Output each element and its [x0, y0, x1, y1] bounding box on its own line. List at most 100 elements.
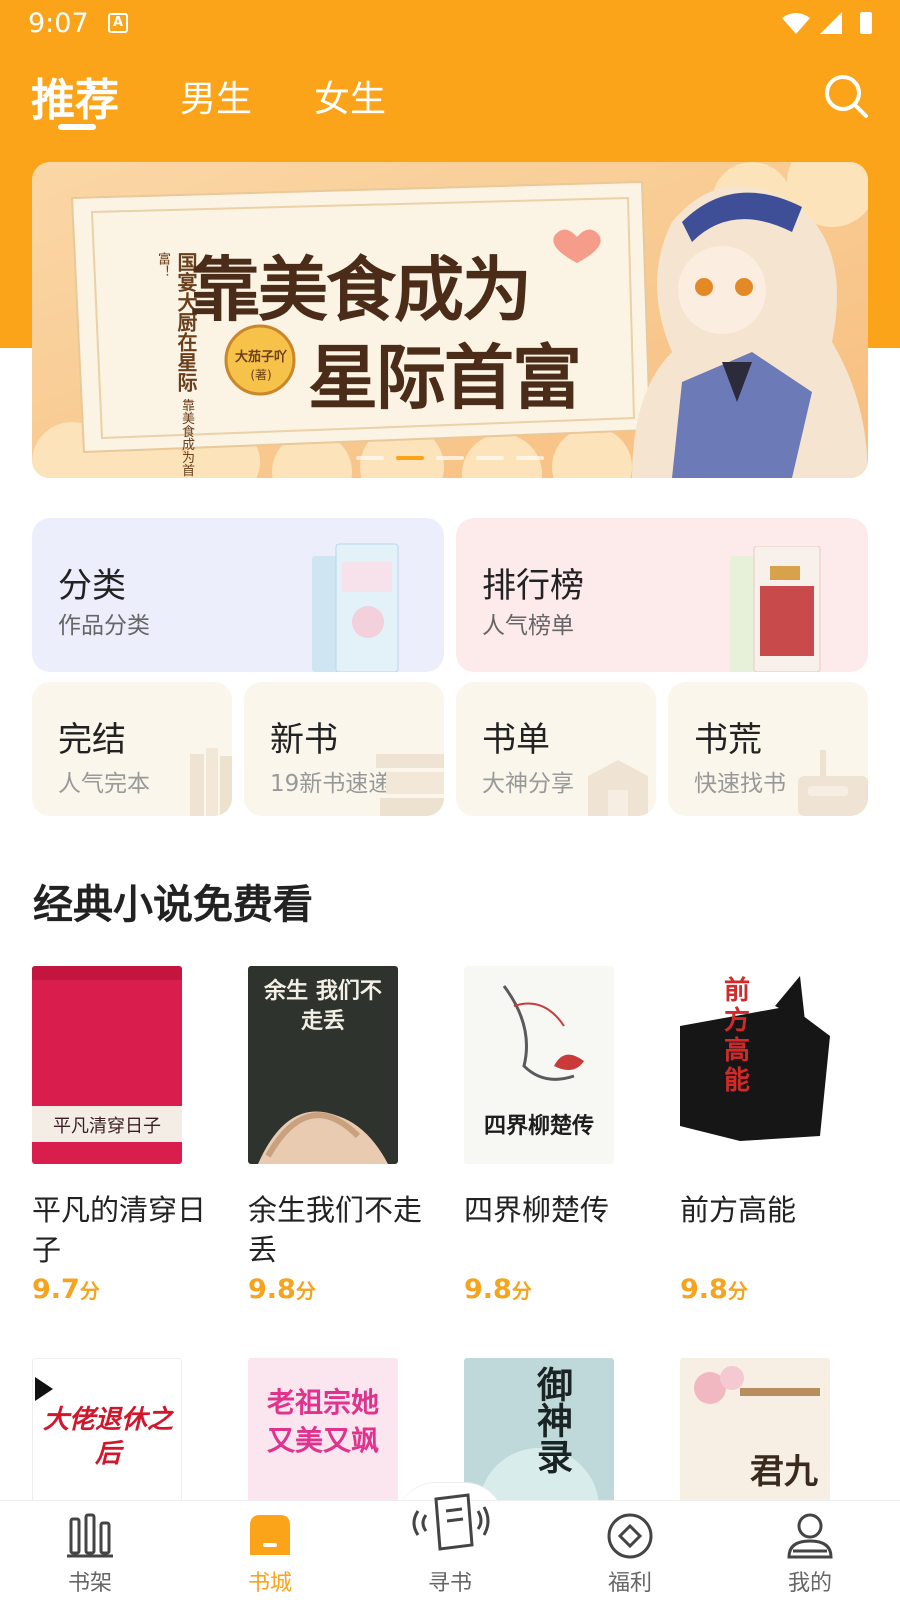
book-cover-title: 余生 我们不走丢	[264, 978, 382, 1034]
book-score-unit: 分	[727, 1279, 748, 1303]
book-cover[interactable]: 余生 我们不走丢	[248, 966, 398, 1164]
banner-author-role: (著)	[250, 368, 272, 382]
booklist-tile-subtitle: 大神分享	[482, 771, 574, 797]
book-score-unit: 分	[79, 1279, 100, 1303]
book-cover-title: 君九	[750, 1452, 818, 1492]
banner-dot[interactable]	[436, 456, 464, 460]
book-card[interactable]: 老祖宗她又美又飒	[248, 1358, 434, 1556]
nav-item-bookstore[interactable]: 书城	[210, 1501, 330, 1600]
book-score: 9.8分	[464, 1274, 532, 1305]
banner-author: 大茄子吖	[234, 350, 287, 365]
booklist-tile[interactable]: 书单 大神分享	[456, 682, 656, 816]
book-score-value: 9.8	[248, 1274, 296, 1305]
notification-icon: A	[108, 13, 128, 33]
banner-headline-2: 星际首富	[308, 337, 582, 419]
bottom-nav-bar: 书架 书城 寻书 福利 我的	[0, 1493, 900, 1600]
bookstore-icon	[250, 1515, 290, 1555]
active-tab-indicator	[58, 124, 96, 130]
completed-tile-subtitle: 人气完本	[58, 771, 150, 797]
book-cover-title: 老祖宗她又美又飒	[266, 1386, 379, 1457]
status-icons	[782, 12, 872, 34]
search-icon[interactable]	[822, 72, 870, 120]
book-score-unit: 分	[511, 1279, 532, 1303]
welfare-icon	[607, 1513, 653, 1559]
book-card[interactable]: 御神录	[464, 1358, 650, 1556]
book-cover-art	[502, 985, 584, 1081]
banner-tagline: 国宴大厨在星际 靠美食成为首富！	[138, 252, 198, 478]
play-icon	[35, 1377, 53, 1401]
nav-label: 书架	[67, 1571, 112, 1596]
status-time: 9:07	[28, 8, 89, 39]
ranking-books-illustration	[730, 546, 821, 672]
new-books-tile[interactable]: 新书 19新书速递	[244, 682, 444, 816]
status-bar: 9:07 A	[0, 0, 900, 48]
banner-dot[interactable]	[516, 456, 544, 460]
new-books-tile-title: 新书	[270, 720, 338, 760]
book-title[interactable]: 前方高能	[680, 1190, 866, 1230]
book-card[interactable]: 余生 我们不走丢 余生我们不走丢 9.8分	[248, 966, 434, 1316]
book-score: 9.8分	[680, 1274, 748, 1305]
nav-label: 寻书	[427, 1571, 472, 1596]
book-cover-title: 前方高能	[724, 976, 751, 1096]
book-cover-art	[258, 1111, 388, 1164]
category-books-illustration	[312, 543, 399, 672]
banner-dot-active[interactable]	[396, 456, 424, 460]
book-card[interactable]: 平凡清穿日子 平凡的清穿日子 9.7分	[32, 966, 218, 1316]
category-tile[interactable]: 分类 作品分类	[32, 518, 444, 672]
completed-books-icon	[190, 748, 232, 816]
book-cover-title: 御神录	[531, 1366, 573, 1474]
book-famine-icon	[798, 750, 868, 816]
top-tab-bar: 推荐 男生 女生	[0, 60, 900, 140]
book-card[interactable]: 前方高能 前方高能 9.8分	[680, 966, 866, 1316]
book-famine-tile-subtitle: 快速找书	[694, 771, 786, 797]
book-score-value: 9.8	[464, 1274, 512, 1305]
nav-item-bookshelf[interactable]: 书架	[30, 1501, 150, 1600]
battery-icon	[860, 12, 872, 34]
book-card[interactable]: 大佬退休之后	[32, 1358, 218, 1556]
completed-tile-title: 完结	[58, 720, 126, 760]
book-title[interactable]: 平凡的清穿日子	[32, 1190, 218, 1270]
booklist-icon	[588, 760, 648, 816]
book-cover[interactable]: 前方高能	[680, 966, 830, 1164]
book-score-unit: 分	[295, 1279, 316, 1303]
book-cover[interactable]: 平凡清穿日子	[32, 966, 182, 1164]
bookshelf-icon	[67, 1513, 113, 1558]
banner-headline-1: 靠美食成为	[190, 249, 532, 331]
ranking-tile-title: 排行榜	[482, 566, 584, 606]
book-cover-title: 四界柳楚传	[483, 1113, 594, 1139]
tab-female[interactable]: 女生	[314, 70, 386, 122]
find-book-icon	[412, 1493, 490, 1551]
nav-item-welfare[interactable]: 福利	[570, 1501, 690, 1600]
completed-tile[interactable]: 完结 人气完本	[32, 682, 232, 816]
book-famine-tile[interactable]: 书荒 快速找书	[668, 682, 868, 816]
book-card[interactable]: 四界柳楚传 四界柳楚传 9.8分	[464, 966, 650, 1316]
ranking-tile[interactable]: 排行榜 人气榜单	[456, 518, 868, 672]
book-cover[interactable]: 四界柳楚传	[464, 966, 614, 1164]
promo-banner[interactable]: 国宴大厨在星际 靠美食成为首富！ 靠美食成为 星际首富 大茄子吖 (著)	[32, 162, 868, 478]
book-score: 9.8分	[248, 1274, 316, 1305]
new-books-icon	[376, 754, 444, 816]
section-title: 经典小说免费看	[33, 882, 313, 928]
banner-dot[interactable]	[476, 456, 504, 460]
nav-label: 福利	[607, 1571, 652, 1596]
profile-icon	[787, 1513, 833, 1559]
book-card[interactable]: 君九	[680, 1358, 866, 1556]
book-score-value: 9.7	[32, 1274, 80, 1305]
nav-label: 我的	[787, 1571, 832, 1596]
book-famine-tile-title: 书荒	[694, 720, 762, 760]
ranking-tile-subtitle: 人气榜单	[482, 613, 574, 639]
tab-male[interactable]: 男生	[180, 70, 252, 122]
signal-icon	[820, 12, 842, 34]
category-tile-subtitle: 作品分类	[58, 613, 150, 639]
book-cover-title: 平凡清穿日子	[53, 1116, 161, 1137]
category-tile-title: 分类	[58, 566, 126, 606]
banner-dot[interactable]	[356, 456, 384, 460]
nav-item-profile[interactable]: 我的	[750, 1501, 870, 1600]
booklist-tile-title: 书单	[482, 720, 550, 760]
book-score: 9.7分	[32, 1274, 100, 1305]
book-title[interactable]: 余生我们不走丢	[248, 1190, 434, 1270]
nav-item-find-book[interactable]: 寻书	[390, 1493, 510, 1600]
book-title[interactable]: 四界柳楚传	[464, 1190, 650, 1230]
book-score-value: 9.8	[680, 1274, 728, 1305]
tab-recommend[interactable]: 推荐	[31, 64, 119, 128]
